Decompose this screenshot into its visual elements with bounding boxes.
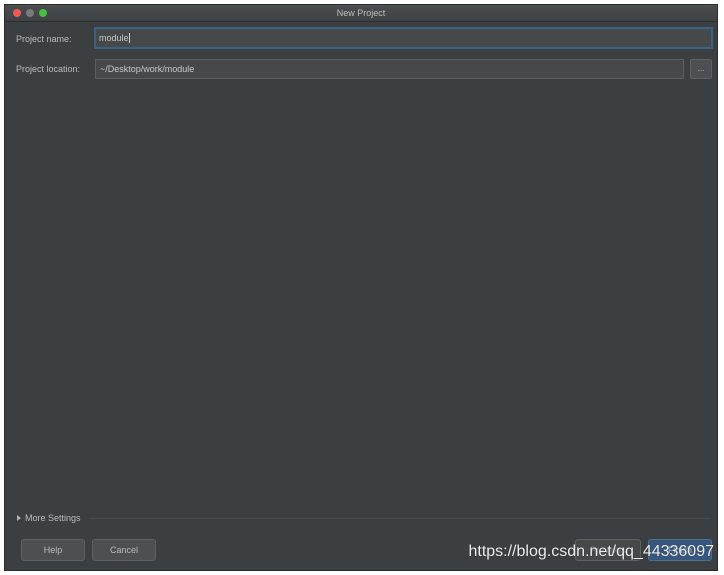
help-button[interactable]: Help [21,539,85,561]
title-bar: New Project [5,5,717,22]
project-location-field[interactable]: ~/Desktop/work/module [95,59,684,79]
more-settings-label: More Settings [25,513,81,523]
more-settings-toggle[interactable]: More Settings [17,513,81,523]
expand-triangle-icon [17,515,21,521]
window-title: New Project [336,8,386,18]
project-name-value: module [99,33,129,43]
project-location-value: ~/Desktop/work/module [100,64,195,74]
browse-location-button[interactable]: ... [690,59,712,79]
csdn-watermark: https://blog.csdn.net/qq_44336097 [468,543,714,560]
project-name-label: Project name: [16,34,72,44]
project-name-field[interactable]: module [94,27,713,49]
cancel-button[interactable]: Cancel [92,539,156,561]
new-project-dialog: New Project Project name: module Project… [4,4,718,571]
project-location-label: Project location: [16,64,81,74]
settings-separator [89,518,711,519]
text-caret [128,33,130,43]
